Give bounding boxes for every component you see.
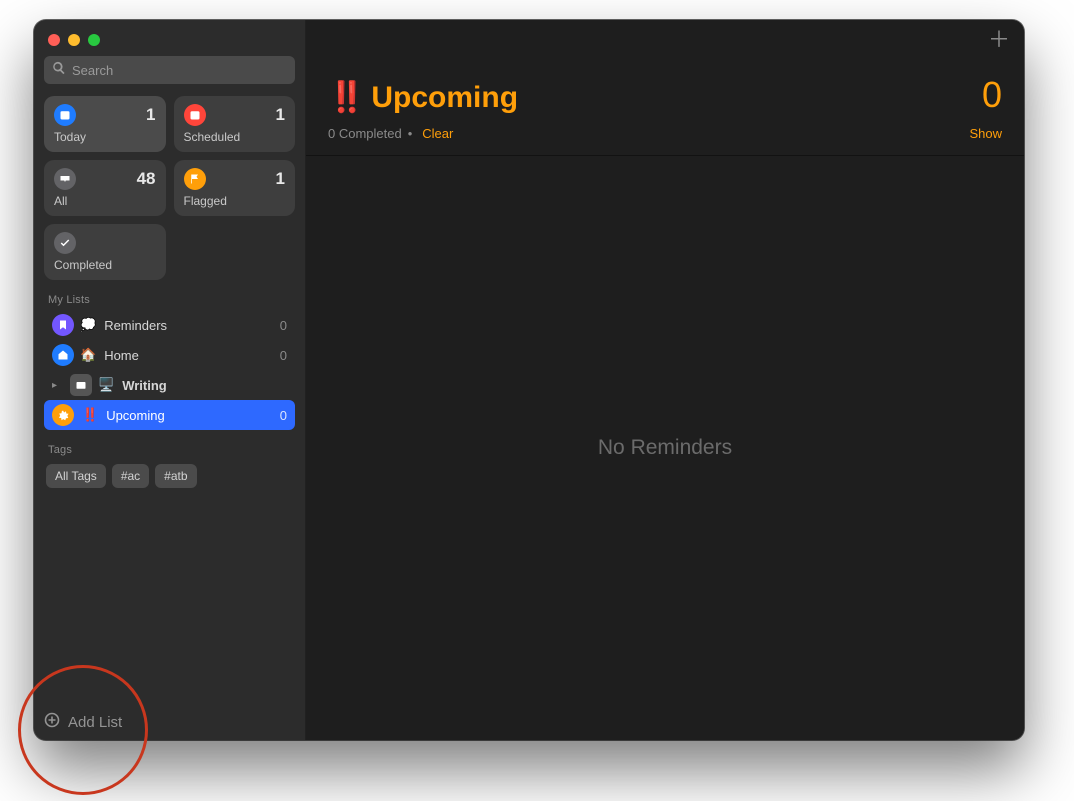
calendar-today-icon [54, 104, 76, 126]
completed-subrow: 0 Completed • Clear Show [306, 120, 1024, 155]
today-count: 1 [146, 105, 155, 125]
show-completed-button[interactable]: Show [969, 126, 1002, 141]
bookmark-icon [52, 314, 74, 336]
new-reminder-button[interactable]: ＋ [988, 29, 1010, 51]
toolbar: ＋ [306, 20, 1024, 60]
list-label: Home [104, 348, 139, 363]
list-emoji: 🏠 [80, 347, 96, 363]
completed-count-text: 0 Completed [328, 126, 402, 141]
tag-all[interactable]: All Tags [46, 464, 106, 488]
list-label: Reminders [104, 318, 167, 333]
separator-dot: • [408, 126, 413, 141]
tags-row: All Tags #ac #atb [44, 460, 295, 492]
close-window-button[interactable] [48, 34, 60, 46]
empty-text: No Reminders [598, 436, 732, 460]
smart-all[interactable]: 48 All [44, 160, 166, 216]
sidebar: 1 Today 1 Scheduled [34, 20, 306, 740]
folder-icon [70, 374, 92, 396]
tags-header: Tags [48, 444, 291, 456]
list-count: 0 [280, 408, 287, 423]
folder-label: Writing [122, 378, 167, 393]
smart-flagged[interactable]: 1 Flagged [174, 160, 296, 216]
chevron-right-icon: ▸ [52, 380, 62, 391]
list-count: 0 [280, 318, 287, 333]
search-icon [52, 61, 72, 80]
list-home[interactable]: 🏠 Home 0 [44, 340, 295, 370]
list-count: 0 [280, 348, 287, 363]
tag-ac[interactable]: #ac [112, 464, 149, 488]
main-pane: ＋ ‼️ Upcoming 0 0 Completed • Clear Show… [306, 20, 1024, 740]
tray-icon [54, 168, 76, 190]
folder-writing[interactable]: ▸ 🖥️ Writing [44, 370, 295, 400]
list-emoji: 💭 [80, 317, 96, 333]
today-label: Today [54, 130, 156, 144]
search-field[interactable] [44, 56, 295, 84]
list-upcoming[interactable]: ‼️ Upcoming 0 [44, 400, 295, 430]
mylists-header: My Lists [48, 294, 291, 306]
zoom-window-button[interactable] [88, 34, 100, 46]
smartlist-gear-icon [52, 404, 74, 426]
list-reminders[interactable]: 💭 Reminders 0 [44, 310, 295, 340]
minimize-window-button[interactable] [68, 34, 80, 46]
all-label: All [54, 194, 156, 208]
scheduled-label: Scheduled [184, 130, 286, 144]
bangbang-icon: ‼️ [82, 407, 98, 423]
bangbang-icon: ‼️ [328, 80, 365, 115]
checkmark-icon [54, 232, 76, 254]
app-window: 1 Today 1 Scheduled [34, 20, 1024, 740]
smart-today[interactable]: 1 Today [44, 96, 166, 152]
all-count: 48 [137, 169, 156, 189]
divider [306, 155, 1024, 156]
flagged-label: Flagged [184, 194, 286, 208]
smart-completed[interactable]: Completed [44, 224, 166, 280]
add-list-label: Add List [68, 714, 122, 731]
search-input[interactable] [72, 63, 287, 78]
list-emoji: 🖥️ [98, 377, 114, 393]
list-title: ‼️ Upcoming [328, 80, 982, 115]
title-text: Upcoming [371, 81, 518, 115]
window-traffic-lights [44, 30, 295, 56]
flag-icon [184, 168, 206, 190]
clear-completed-button[interactable]: Clear [422, 126, 453, 141]
empty-state: No Reminders [306, 156, 1024, 740]
add-list-button[interactable]: Add List [44, 712, 122, 732]
title-row: ‼️ Upcoming 0 [306, 60, 1024, 120]
list-label: Upcoming [106, 408, 165, 423]
house-icon [52, 344, 74, 366]
flagged-count: 1 [276, 169, 285, 189]
scheduled-count: 1 [276, 105, 285, 125]
completed-label: Completed [54, 258, 156, 272]
plus-circle-icon [44, 712, 60, 732]
smart-scheduled[interactable]: 1 Scheduled [174, 96, 296, 152]
list-total-count: 0 [982, 74, 1002, 116]
calendar-icon [184, 104, 206, 126]
smart-list-grid: 1 Today 1 Scheduled [44, 96, 295, 280]
tag-atb[interactable]: #atb [155, 464, 196, 488]
